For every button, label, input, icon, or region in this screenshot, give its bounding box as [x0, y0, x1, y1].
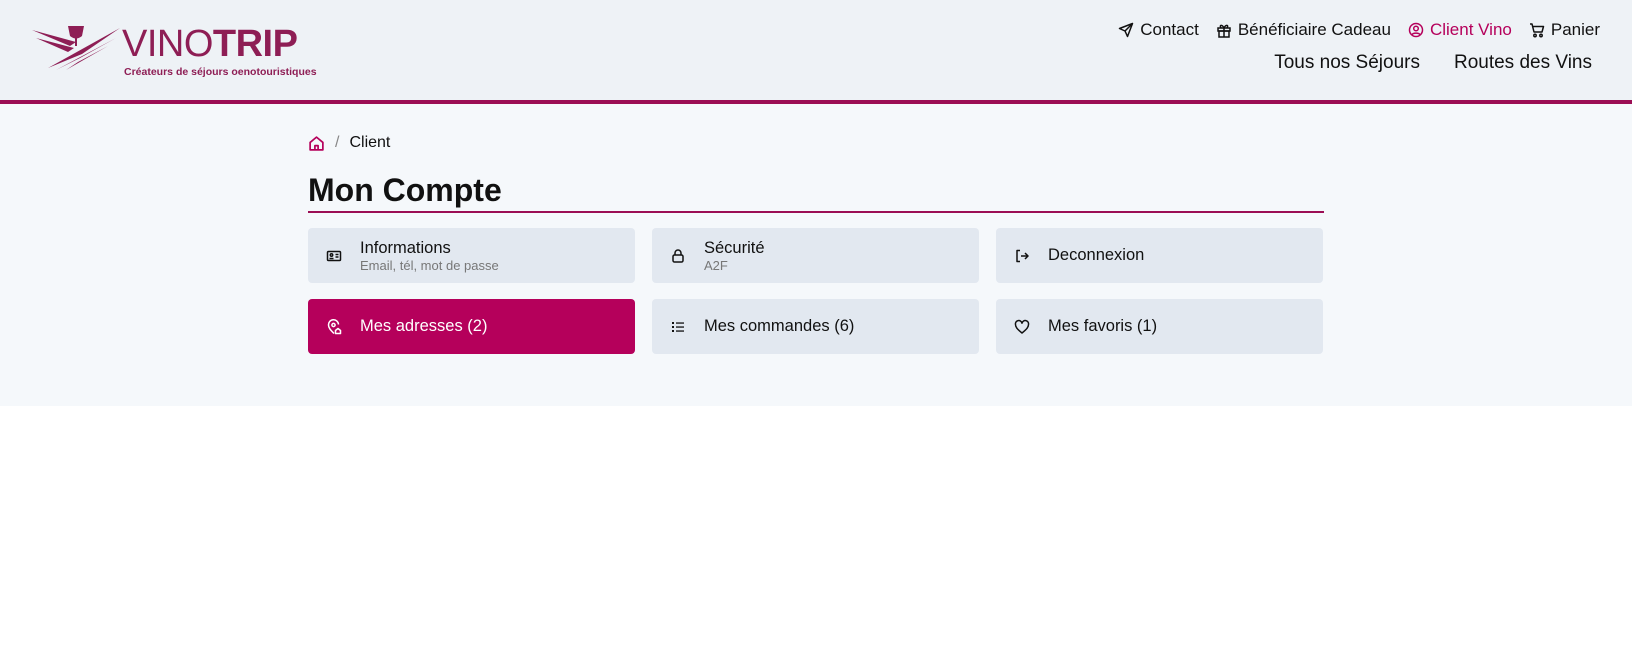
top-nav-client-vino[interactable]: Client Vino: [1408, 20, 1512, 40]
tile-mes-favoris[interactable]: Mes favoris (1): [996, 299, 1323, 354]
tile-mes-adresses[interactable]: Mes adresses (2): [308, 299, 635, 354]
top-nav: Contact Bénéficiaire Cadeau Client Vino …: [1118, 20, 1600, 40]
tile-informations[interactable]: Informations Email, tél, mot de passe: [308, 228, 635, 283]
brand-word-bold: TRIP: [212, 23, 298, 65]
send-icon: [1119, 22, 1134, 38]
tile-informations-subtitle: Email, tél, mot de passe: [360, 257, 499, 273]
logout-icon: [1016, 249, 1029, 262]
cart-icon: [1529, 23, 1545, 38]
id-card-icon: [326, 250, 342, 261]
home-icon[interactable]: [308, 135, 325, 152]
tile-mes-favoris-label: Mes favoris (1): [1048, 317, 1158, 335]
user-circle-icon: [1408, 22, 1424, 38]
brand-tagline: Créateurs de séjours oenotouristiques: [124, 66, 317, 78]
top-nav-gift-label: Bénéficiaire Cadeau: [1237, 20, 1391, 39]
page-title: Mon Compte: [308, 171, 1324, 213]
breadcrumb-current: Client: [349, 134, 391, 151]
main-nav-routes-des-vins[interactable]: Routes des Vins: [1454, 52, 1592, 74]
tile-mes-commandes[interactable]: Mes commandes (6): [652, 299, 979, 354]
breadcrumb-separator: /: [335, 134, 340, 151]
tile-securite[interactable]: Sécurité A2F: [652, 228, 979, 283]
tile-mes-adresses-label: Mes adresses (2): [360, 317, 488, 335]
lock-icon: [672, 248, 684, 263]
brand-wordmark: VINOTRIP: [122, 23, 298, 65]
main-nav-sejours[interactable]: Tous nos Séjours: [1274, 52, 1420, 74]
breadcrumb: / Client: [308, 134, 390, 152]
tile-securite-subtitle: A2F: [704, 257, 728, 273]
top-nav-cart[interactable]: Panier: [1529, 20, 1600, 40]
site-header: VINOTRIP Créateurs de séjours oenotouris…: [0, 0, 1632, 104]
brand-logo[interactable]: VINOTRIP Créateurs de séjours oenotouris…: [30, 22, 317, 80]
list-icon: [672, 321, 684, 332]
heart-icon: [1014, 319, 1030, 334]
tile-deconnexion[interactable]: Deconnexion: [996, 228, 1323, 283]
main-nav: Tous nos Séjours Routes des Vins: [1274, 52, 1592, 74]
brand-word-thin: VINO: [122, 23, 213, 65]
top-nav-client-label: Client Vino: [1429, 20, 1512, 39]
map-pin-home-icon: [327, 318, 342, 334]
tile-securite-label: Sécurité: [704, 238, 765, 257]
wine-glass-logo-icon: [32, 26, 120, 70]
top-nav-cart-label: Panier: [1550, 20, 1600, 39]
tile-mes-commandes-label: Mes commandes (6): [704, 317, 855, 335]
gift-icon: [1217, 24, 1231, 38]
tile-informations-label: Informations: [360, 238, 451, 257]
top-nav-gift-beneficiary[interactable]: Bénéficiaire Cadeau: [1216, 20, 1391, 40]
tile-deconnexion-label: Deconnexion: [1048, 246, 1145, 264]
top-nav-contact[interactable]: Contact: [1118, 20, 1199, 40]
top-nav-contact-label: Contact: [1140, 20, 1199, 39]
